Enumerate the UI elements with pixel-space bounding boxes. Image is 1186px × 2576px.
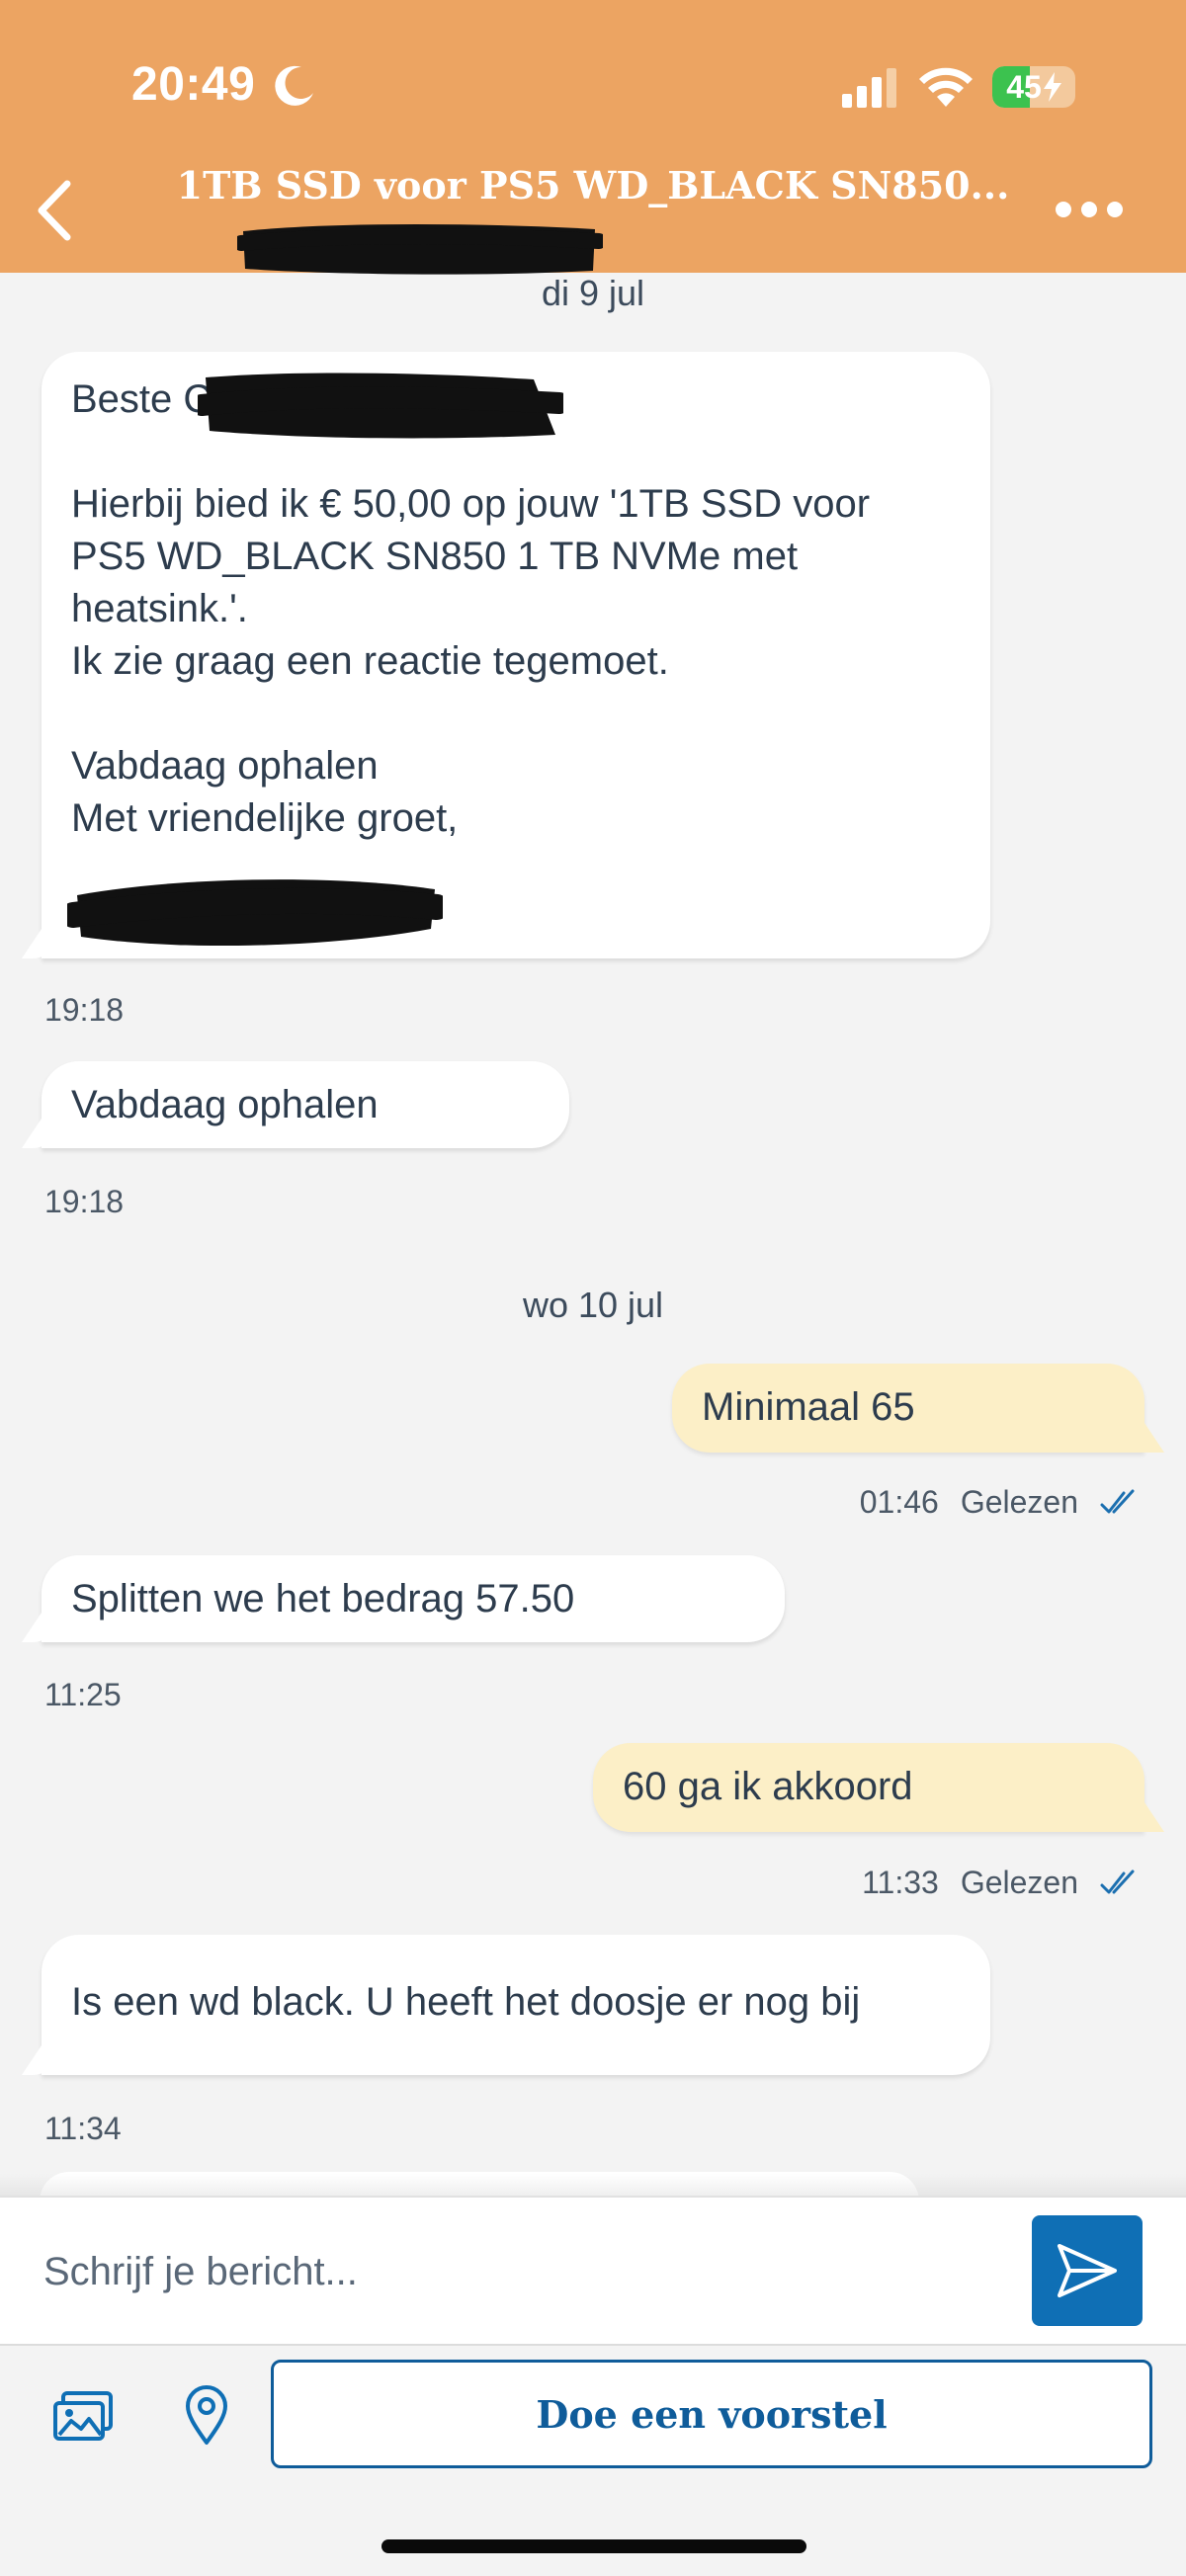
message-text-line: Hierbij bied ik € 50,00 op jouw '1TB SSD… xyxy=(71,482,871,526)
message-time: 19:18 xyxy=(44,1184,125,1219)
outgoing-message[interactable]: Minimaal 65 xyxy=(672,1364,1144,1453)
message-text-line: Vabdaag ophalen xyxy=(71,1083,379,1126)
send-icon xyxy=(1058,2244,1117,2297)
conversation-title[interactable]: 1TB SSD voor PS5 WD_BLACK SN850... xyxy=(148,163,1038,208)
date-separator: wo 10 jul xyxy=(522,1285,664,1325)
message-meta: 01:46 Gelezen xyxy=(860,1484,1142,1521)
battery-percent: 45 xyxy=(1006,68,1042,105)
more-dots-icon[interactable] xyxy=(1054,198,1125,221)
message-text-line: 60 ga ik akkoord xyxy=(623,1765,913,1808)
double-check-icon xyxy=(1100,1870,1135,1893)
chevron-left-icon[interactable] xyxy=(30,178,79,243)
action-bar: Doe een voorstel xyxy=(0,2344,1186,2480)
location-pin-icon[interactable] xyxy=(184,2385,229,2447)
message-text-line: PS5 WD_BLACK SN850 1 TB NVMe met xyxy=(71,535,799,578)
message-meta: 11:33 Gelezen xyxy=(862,1865,1142,1901)
message-text-line: Vabdaag ophalen xyxy=(71,744,379,788)
incoming-message[interactable]: Vabdaag ophalen xyxy=(42,1061,569,1148)
message-text-line: Ik zie graag een reactie tegemoet. xyxy=(71,639,669,683)
photo-gallery-icon[interactable] xyxy=(51,2389,115,2445)
incoming-message[interactable]: Beste C Hierbij bied ik € 50,00 op jouw … xyxy=(42,352,990,958)
outgoing-message[interactable]: 60 ga ik akkoord xyxy=(593,1743,1144,1832)
message-input[interactable] xyxy=(43,2237,992,2306)
message-composer xyxy=(0,2196,1186,2344)
date-separator: di 9 jul xyxy=(541,273,645,313)
message-text-line: Minimaal 65 xyxy=(702,1385,915,1429)
message-text-line xyxy=(71,426,961,478)
moon-icon xyxy=(275,65,313,106)
read-status: Gelezen xyxy=(960,1484,1078,1520)
incoming-message[interactable]: Splitten we het bedrag 57.50 xyxy=(42,1555,785,1642)
charging-bolt-icon xyxy=(1043,72,1061,102)
home-indicator-area xyxy=(0,2480,1186,2576)
top-bar: 20:49 45 1TB SSD voor PS5 WD_BLACK SN850… xyxy=(0,0,1186,275)
battery-charging-icon: 45 xyxy=(992,66,1075,108)
message-text-line: Met vriendelijke groet, xyxy=(71,796,459,840)
incoming-message[interactable]: Is een wd black. U heeft het doosje er n… xyxy=(42,1935,990,2075)
wifi-icon xyxy=(919,67,973,107)
read-status: Gelezen xyxy=(960,1865,1078,1900)
message-time: 01:46 xyxy=(859,1484,939,1520)
message-time: 19:18 xyxy=(44,992,125,1028)
message-text-line xyxy=(71,845,961,897)
message-text-line: heatsink.'. xyxy=(71,587,248,630)
make-offer-button[interactable]: Doe een voorstel xyxy=(271,2360,1152,2468)
double-check-icon xyxy=(1100,1489,1135,1513)
home-indicator[interactable] xyxy=(381,2539,806,2553)
message-time: 11:34 xyxy=(44,2111,122,2146)
message-text-line xyxy=(71,688,961,740)
message-text-line: Beste C xyxy=(71,377,212,421)
status-time: 20:49 xyxy=(131,58,256,111)
cellular-signal-icon xyxy=(842,68,896,108)
message-time: 11:33 xyxy=(862,1865,939,1900)
send-button[interactable] xyxy=(1032,2215,1143,2326)
redaction-mark xyxy=(237,224,603,275)
message-text-line: Splitten we het bedrag 57.50 xyxy=(71,1577,575,1620)
message-text-line: Is een wd black. U heeft het doosje er n… xyxy=(71,1980,861,2024)
message-time: 11:25 xyxy=(44,1677,122,1712)
